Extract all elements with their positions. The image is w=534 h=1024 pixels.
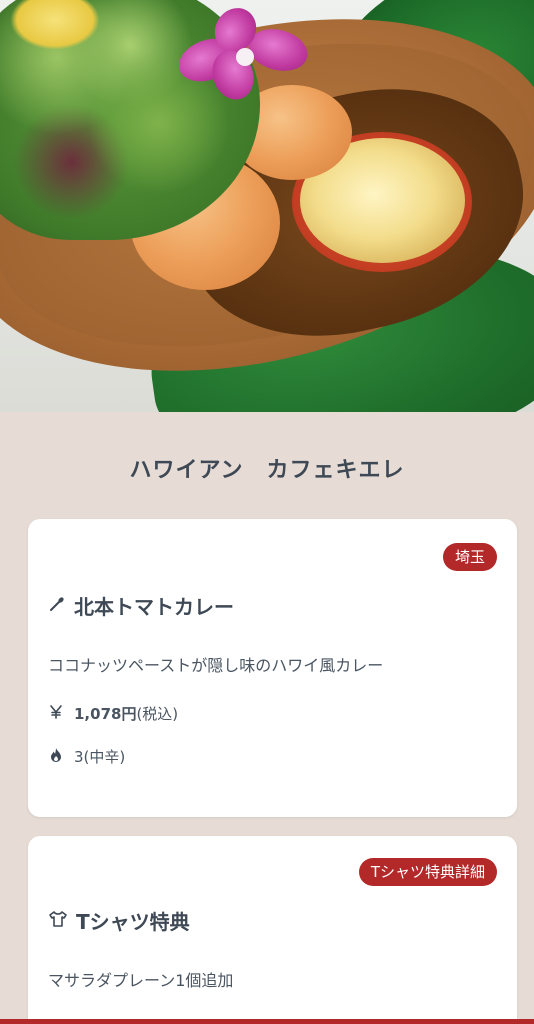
shop-title: ハワイアン カフェキエレ <box>129 458 405 483</box>
dish-heading: 北本トマトカレー <box>48 591 234 620</box>
tshirt-benefit-text: マサラダプレーン1個追加 <box>48 971 234 990</box>
region-badge: 埼玉 <box>442 543 497 571</box>
tshirt-heading-text: Tシャツ特典 <box>76 910 190 934</box>
price-value: 1,078円 <box>74 705 137 723</box>
spoon-icon <box>48 594 66 618</box>
dish-description: ココナッツペーストが隠し味のハワイ風カレー <box>48 656 384 675</box>
dish-name: 北本トマトカレー <box>74 595 234 619</box>
orchid-flower <box>172 0 318 106</box>
spice-level: 3(中辛) <box>74 748 126 766</box>
bottom-accent-bar <box>0 1019 534 1024</box>
price-note: (税込) <box>136 705 179 723</box>
tshirt-detail-button[interactable]: Tシャツ特典詳細 <box>358 858 497 886</box>
menu-card: 埼玉 北本トマトカレー ココナッツペーストが隠し味のハワイ風カレー 1,078円… <box>28 519 517 817</box>
tshirt-icon <box>48 909 68 933</box>
tshirt-benefit-card: Tシャツ特典詳細 Tシャツ特典 マサラダプレーン1個追加 <box>28 836 517 1024</box>
spice-row: 3(中辛) <box>48 746 125 767</box>
yen-icon <box>48 704 64 724</box>
price-row: 1,078円(税込) <box>48 703 178 724</box>
flame-icon <box>48 747 64 767</box>
hero-photo <box>0 0 534 412</box>
tshirt-heading: Tシャツ特典 <box>48 906 190 935</box>
